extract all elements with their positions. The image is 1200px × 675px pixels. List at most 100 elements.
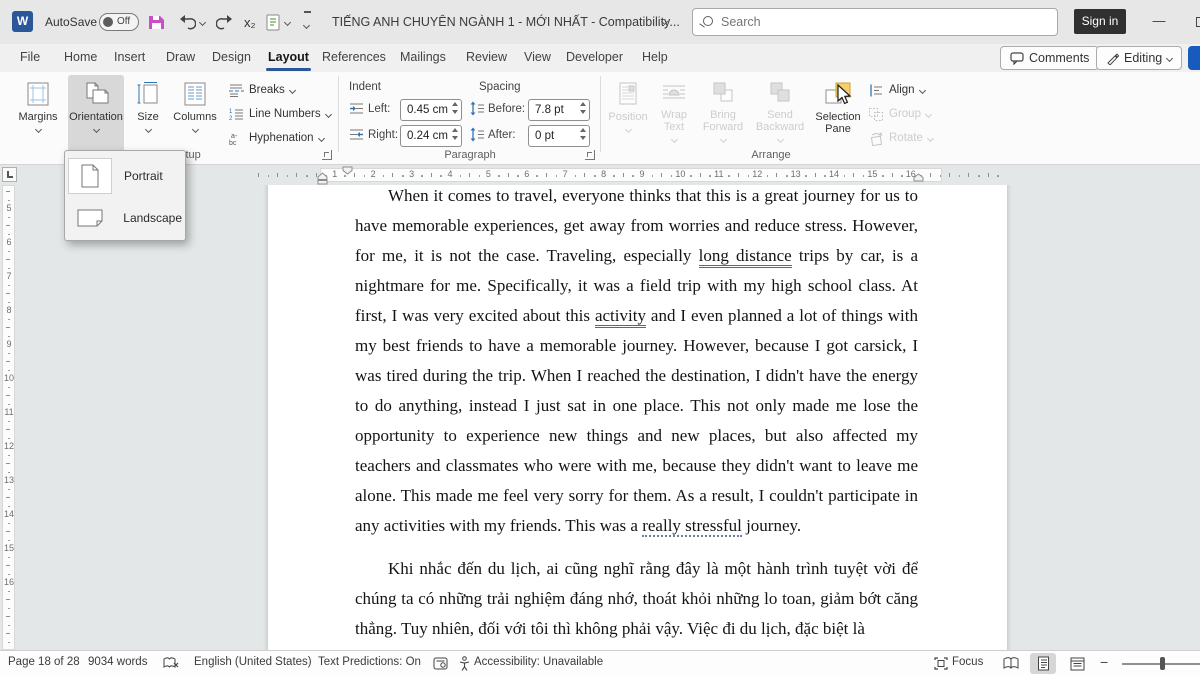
- spacing-after-label: After:: [488, 129, 515, 141]
- paragraph-english: When it comes to travel, everyone thinks…: [355, 185, 918, 541]
- paragraph-dialog-launcher[interactable]: [585, 150, 595, 160]
- search-box[interactable]: [692, 8, 1058, 36]
- proofing-errors-icon[interactable]: [163, 657, 179, 670]
- sign-in-button[interactable]: Sign in: [1074, 9, 1126, 34]
- document-page[interactable]: When it comes to travel, everyone thinks…: [268, 185, 1007, 650]
- zoom-out-button[interactable]: −: [1100, 654, 1108, 670]
- focus-button[interactable]: Focus: [952, 656, 983, 668]
- orientation-button[interactable]: Orientation: [68, 75, 124, 157]
- margins-icon: [25, 81, 51, 107]
- tab-help[interactable]: Help: [638, 44, 672, 72]
- chevron-down-icon: [927, 134, 934, 141]
- tab-design[interactable]: Design: [208, 44, 255, 72]
- size-icon: [135, 81, 161, 107]
- spacing-before-input[interactable]: 7.8 pt: [528, 99, 590, 121]
- right-indent-marker[interactable]: [913, 173, 924, 182]
- autosave-toggle[interactable]: Off: [99, 13, 139, 31]
- zoom-slider-handle[interactable]: [1160, 657, 1165, 670]
- tab-review[interactable]: Review: [462, 44, 511, 72]
- paragraph-vietnamese: Khi nhắc đến du lịch, ai cũng nghĩ rằng …: [355, 554, 918, 644]
- accessibility-icon[interactable]: [458, 656, 471, 671]
- word-logo-icon[interactable]: W: [12, 11, 33, 32]
- restore-button[interactable]: [1196, 17, 1200, 27]
- tab-stop-selector[interactable]: [2, 167, 17, 182]
- web-layout-button[interactable]: [1064, 653, 1090, 674]
- comments-icon: [1010, 52, 1024, 65]
- tab-view[interactable]: View: [520, 44, 555, 72]
- page-setup-dialog-launcher[interactable]: [322, 150, 332, 160]
- menu-item-landscape[interactable]: Landscape: [68, 197, 182, 238]
- bring-forward-button: Bring Forward: [698, 75, 748, 157]
- portrait-page-icon: [68, 158, 112, 194]
- read-mode-button[interactable]: [998, 653, 1024, 674]
- indent-left-input[interactable]: 0.45 cm: [400, 99, 462, 121]
- svg-text:bc: bc: [229, 140, 237, 145]
- spacing-after-input[interactable]: 0 pt: [528, 125, 590, 147]
- word-count-status[interactable]: 9034 words: [88, 656, 147, 668]
- save-button[interactable]: [148, 10, 165, 34]
- editor-status-icon[interactable]: [433, 657, 448, 670]
- tab-file[interactable]: File: [16, 44, 44, 72]
- document-text: When it comes to travel, everyone thinks…: [355, 185, 918, 644]
- redo-button[interactable]: [216, 10, 234, 34]
- indent-right-input[interactable]: 0.24 cm: [400, 125, 462, 147]
- align-button[interactable]: Align: [868, 80, 925, 100]
- breaks-button[interactable]: Breaks: [228, 80, 295, 100]
- indent-label: Indent: [349, 81, 381, 93]
- print-layout-button[interactable]: [1030, 653, 1056, 674]
- ribbon-tab-row: File Home Insert Draw Design Layout Refe…: [0, 44, 1200, 72]
- tab-layout[interactable]: Layout: [264, 44, 313, 72]
- tab-references[interactable]: References: [318, 44, 390, 72]
- accessibility-status[interactable]: Accessibility: Unavailable: [474, 656, 603, 668]
- hyphenation-icon: a-bc: [228, 131, 244, 145]
- wrap-text-icon: [661, 81, 687, 105]
- spinner-arrows[interactable]: [452, 128, 458, 140]
- editor-suggestion[interactable]: really stressful: [642, 516, 742, 537]
- undo-button[interactable]: [178, 10, 205, 34]
- comments-button[interactable]: Comments: [1000, 46, 1099, 70]
- status-bar: Page 18 of 28 9034 words English (United…: [0, 650, 1200, 675]
- size-button[interactable]: Size: [130, 75, 166, 157]
- pencil-icon: [1106, 52, 1119, 65]
- text-predictions-status[interactable]: Text Predictions: On: [318, 656, 421, 668]
- share-button[interactable]: [1188, 46, 1200, 70]
- send-backward-button: Send Backward: [752, 75, 808, 157]
- hanging-indent-marker[interactable]: [317, 172, 328, 185]
- tab-stop-icon: [7, 171, 13, 178]
- line-numbers-icon: 12: [228, 107, 244, 121]
- first-line-indent-marker[interactable]: [342, 166, 353, 175]
- spinner-arrows[interactable]: [580, 128, 586, 140]
- toggle-knob-icon: [103, 17, 113, 27]
- page-number-status[interactable]: Page 18 of 28: [8, 656, 80, 668]
- vertical-ruler: 5678910111213141516: [0, 185, 18, 650]
- tab-home[interactable]: Home: [60, 44, 101, 72]
- chevron-down-icon: [284, 18, 291, 25]
- editing-button[interactable]: Editing: [1096, 46, 1182, 70]
- minimize-button[interactable]: —: [1150, 13, 1168, 31]
- tab-developer[interactable]: Developer: [562, 44, 627, 72]
- document-title: TIẾNG ANH CHUYÊN NGÀNH 1 - MỚI NHẤT - Co…: [332, 15, 680, 29]
- spinner-arrows[interactable]: [580, 102, 586, 114]
- subscript-button[interactable]: x₂: [244, 10, 256, 34]
- margins-button[interactable]: Margins: [14, 75, 62, 157]
- bring-forward-icon: [710, 81, 736, 105]
- tab-mailings[interactable]: Mailings: [396, 44, 450, 72]
- chevron-down-icon: [670, 136, 677, 143]
- search-input[interactable]: [719, 14, 1019, 30]
- spinner-arrows[interactable]: [452, 102, 458, 114]
- add-page-button[interactable]: [266, 10, 290, 34]
- landscape-page-icon: [68, 200, 111, 236]
- language-status[interactable]: English (United States): [194, 656, 312, 668]
- document-area: When it comes to travel, everyone thinks…: [18, 185, 1200, 650]
- tab-insert[interactable]: Insert: [110, 44, 149, 72]
- editor-suggestion[interactable]: long distance: [699, 246, 792, 268]
- rotate-button: Rotate: [868, 128, 933, 148]
- editor-suggestion[interactable]: activity: [595, 306, 646, 328]
- line-numbers-button[interactable]: 12 Line Numbers: [228, 104, 331, 124]
- menu-item-portrait[interactable]: Portrait: [68, 155, 182, 196]
- qat-overflow-button[interactable]: [304, 10, 311, 34]
- tab-draw[interactable]: Draw: [162, 44, 199, 72]
- send-backward-icon: [767, 81, 793, 105]
- columns-button[interactable]: Columns: [170, 75, 220, 157]
- hyphenation-button[interactable]: a-bc Hyphenation: [228, 128, 324, 148]
